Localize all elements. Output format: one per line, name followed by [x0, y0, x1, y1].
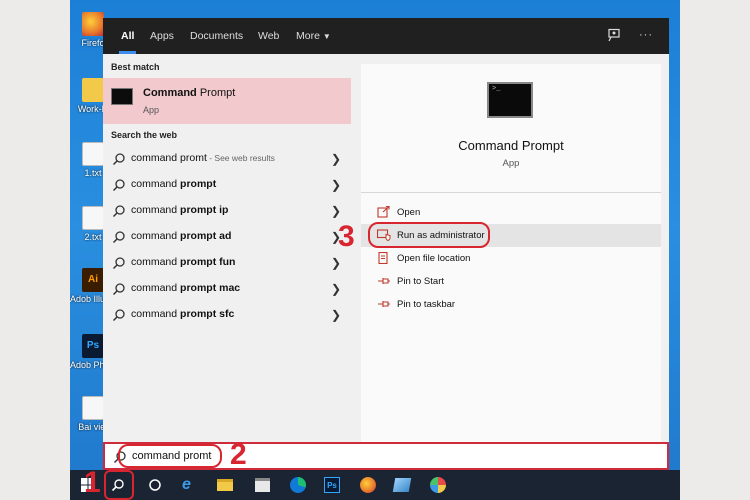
chevron-right-icon: ❯	[331, 308, 342, 322]
preview-pane: Command Prompt App Open Run as administr…	[361, 64, 661, 442]
app-icon	[392, 478, 412, 492]
tab-web[interactable]: Web	[254, 18, 283, 54]
search-icon	[112, 309, 125, 322]
folder-icon	[217, 479, 233, 491]
step-number-3: 3	[338, 220, 355, 253]
search-icon	[112, 231, 125, 244]
taskbar-paint[interactable]	[428, 475, 448, 495]
photoshop-icon: Ps	[324, 477, 340, 493]
search-icon	[112, 179, 125, 192]
web-result-row[interactable]: command prompt fun ❯	[103, 250, 351, 276]
chevron-right-icon: ❯	[331, 256, 342, 270]
web-result-row[interactable]: command prompt ip ❯	[103, 198, 351, 224]
results-pane: Best match Command Prompt App Search the…	[103, 54, 353, 442]
search-icon	[112, 257, 125, 270]
search-icon	[112, 283, 125, 296]
chevron-right-icon: ❯	[331, 152, 342, 166]
action-pin-to-start[interactable]: Pin to Start	[361, 270, 661, 293]
feedback-icon	[608, 28, 620, 42]
taskbar-edge[interactable]	[288, 475, 308, 495]
action-open-file-location[interactable]: Open file location	[361, 247, 661, 270]
more-options-button[interactable]: ···	[639, 29, 653, 41]
pin-icon	[378, 278, 390, 284]
search-icon	[112, 205, 125, 218]
taskbar-ie[interactable]: e	[180, 475, 200, 495]
search-tabs: All Apps Documents Web More ▼ ···	[103, 18, 669, 54]
highlight-ring-search-text	[118, 444, 222, 468]
highlight-ring-taskbar-search	[104, 470, 134, 500]
tab-documents[interactable]: Documents	[186, 18, 247, 54]
feedback-button[interactable]	[607, 28, 621, 42]
text-file-icon	[82, 142, 104, 166]
command-prompt-icon	[487, 82, 533, 118]
action-open[interactable]: Open	[361, 201, 661, 224]
tab-apps[interactable]: Apps	[146, 18, 178, 54]
web-result-row[interactable]: command prompt sfc ❯	[103, 302, 351, 328]
action-pin-to-taskbar[interactable]: Pin to taskbar	[361, 293, 661, 316]
preview-subtitle: App	[502, 158, 520, 169]
taskbar-file-explorer[interactable]	[215, 475, 235, 495]
action-label: Open file location	[397, 253, 471, 264]
web-result-row[interactable]: command prompt ad ❯	[103, 224, 351, 250]
file-location-icon	[378, 252, 388, 264]
web-result-text: command prompt sfc	[131, 308, 235, 320]
web-result-text: command prompt mac	[131, 282, 241, 294]
action-label: Pin to Start	[397, 276, 444, 287]
pin-icon	[378, 301, 390, 307]
web-result-text: command prompt fun	[131, 256, 236, 268]
web-result-text: command promt - See web results	[131, 152, 275, 164]
divider	[361, 192, 661, 193]
best-match-item[interactable]: Command Prompt App	[103, 78, 351, 124]
step-number-2: 2	[230, 438, 247, 471]
firefox-icon	[360, 477, 376, 493]
edge-icon	[290, 477, 306, 493]
folder-icon	[82, 78, 104, 102]
web-result-text: command prompt	[131, 178, 217, 190]
task-view-icon	[149, 479, 161, 491]
taskbar-app-blue[interactable]	[392, 475, 412, 495]
best-match-title: Command Prompt	[143, 87, 236, 99]
tab-more-label: More	[296, 30, 320, 42]
web-result-text: command prompt ad	[131, 230, 232, 242]
text-file-icon	[82, 206, 104, 230]
photoshop-icon: Ps	[82, 334, 104, 358]
step-number-1: 1	[84, 466, 101, 499]
web-result-row[interactable]: command promt - See web results ❯	[103, 146, 351, 172]
web-result-text: command prompt ip	[131, 204, 229, 216]
tab-all[interactable]: All	[117, 18, 138, 54]
command-prompt-icon	[111, 88, 133, 105]
action-label: Pin to taskbar	[397, 299, 456, 310]
text-file-icon	[82, 396, 104, 420]
highlight-ring-run-as-admin	[368, 222, 490, 248]
chevron-right-icon: ❯	[331, 282, 342, 296]
illustrator-icon: Ai	[82, 268, 104, 292]
taskbar: e Ps	[70, 470, 680, 500]
search-icon	[112, 153, 125, 166]
task-view-button[interactable]	[145, 475, 165, 495]
tab-more[interactable]: More ▼	[292, 18, 335, 54]
taskbar-firefox[interactable]	[358, 475, 378, 495]
best-match-subtitle: App	[143, 105, 160, 115]
taskbar-photoshop[interactable]: Ps	[322, 475, 342, 495]
chevron-right-icon: ❯	[331, 204, 342, 218]
chevron-right-icon: ❯	[331, 178, 342, 192]
store-icon	[254, 478, 270, 492]
firefox-icon	[82, 12, 104, 36]
chevron-down-icon: ▼	[322, 32, 331, 41]
internet-explorer-icon: e	[182, 476, 191, 493]
paint-icon	[430, 477, 446, 493]
preview-title: Command Prompt	[458, 138, 564, 153]
search-web-heading: Search the web	[111, 130, 178, 140]
web-result-row[interactable]: command prompt ❯	[103, 172, 351, 198]
open-icon	[377, 206, 390, 218]
action-label: Open	[397, 207, 421, 218]
web-result-row[interactable]: command prompt mac ❯	[103, 276, 351, 302]
taskbar-store[interactable]	[252, 475, 272, 495]
best-match-heading: Best match	[111, 62, 160, 72]
